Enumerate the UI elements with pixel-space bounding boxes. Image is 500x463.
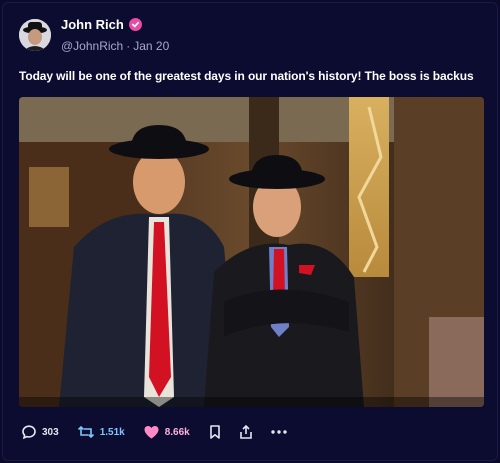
post-card: John Rich @JohnRich · Jan 20 Today will … bbox=[2, 2, 498, 461]
comment-bubble-icon bbox=[22, 425, 36, 440]
like-button[interactable]: 8.66k bbox=[143, 424, 190, 440]
reply-button[interactable]: 303 bbox=[21, 424, 59, 440]
ellipsis-icon bbox=[271, 430, 287, 434]
author-meta: @JohnRich · Jan 20 bbox=[61, 39, 169, 53]
more-options-button[interactable] bbox=[270, 424, 288, 440]
avatar-image bbox=[19, 19, 51, 51]
author-handle[interactable]: @JohnRich bbox=[61, 39, 123, 53]
author-name-row: John Rich bbox=[61, 17, 142, 32]
bookmark-icon bbox=[209, 425, 220, 439]
verified-badge-icon bbox=[128, 18, 142, 31]
like-count: 8.66k bbox=[164, 426, 190, 438]
repost-arrows-icon bbox=[77, 425, 94, 439]
author-avatar[interactable] bbox=[19, 19, 51, 51]
heart-icon bbox=[144, 426, 159, 439]
post-image[interactable] bbox=[19, 97, 484, 407]
post-text: Today will be one of the greatest days i… bbox=[19, 69, 474, 83]
meta-separator: · bbox=[126, 39, 131, 53]
author-name[interactable]: John Rich bbox=[61, 17, 124, 32]
reply-count: 303 bbox=[42, 426, 59, 438]
bookmark-button[interactable] bbox=[208, 424, 222, 440]
post-date[interactable]: Jan 20 bbox=[133, 39, 169, 53]
repost-count: 1.51k bbox=[99, 426, 125, 438]
share-button[interactable] bbox=[238, 424, 254, 440]
post-actions: 303 1.51k 8.66k bbox=[21, 421, 288, 443]
share-icon bbox=[239, 424, 252, 439]
photo-two-men-in-cowboy-hats bbox=[19, 97, 484, 407]
repost-button[interactable]: 1.51k bbox=[77, 424, 125, 440]
